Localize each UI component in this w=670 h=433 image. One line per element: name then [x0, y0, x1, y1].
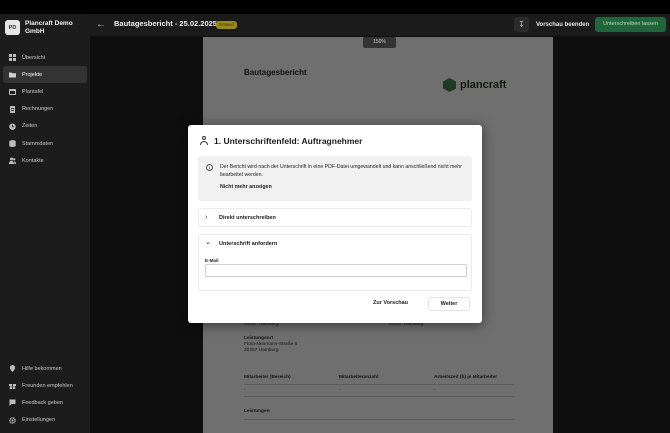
sidebar-item-label: Projekte: [22, 71, 43, 78]
sidebar: PD Plancraft Demo GmbH Übersicht Projekt…: [0, 14, 90, 433]
sidebar-item-label: Plantafel: [22, 88, 44, 95]
main-nav: Übersicht Projekte Plantafel Rechnungen …: [3, 49, 87, 169]
person-icon: [199, 136, 208, 145]
sidebar-item-kontakte[interactable]: Kontakte: [3, 152, 87, 169]
bottom-nav: Hilfe bekommen Freunden empfehlen Feedba…: [3, 360, 87, 429]
info-icon: i: [206, 164, 213, 171]
status-badge: Entwurf: [216, 21, 238, 29]
table-cell: -: [244, 388, 246, 393]
logo-text: plancraft: [460, 79, 507, 91]
sidebar-item-label: Zeiten: [22, 123, 38, 130]
logo-hexagon-icon: [443, 78, 456, 92]
sidebar-item-stammdaten[interactable]: Stammdaten: [3, 135, 87, 152]
preview-end-button[interactable]: Vorschau beenden: [536, 19, 589, 31]
chevron-right-icon: ›: [205, 214, 208, 221]
accordion-label[interactable]: Unterschrift anfordern: [219, 241, 277, 247]
gear-icon: [9, 416, 16, 424]
download-button[interactable]: ↧: [514, 17, 529, 32]
org-name: Plancraft Demo GmbH: [25, 20, 73, 35]
sidebar-item-rechnungen[interactable]: Rechnungen: [3, 101, 87, 118]
sidebar-item-feedback[interactable]: Feedback geben: [3, 394, 87, 411]
sidebar-item-label: Einstellungen: [22, 417, 56, 424]
info-text: Der Bericht wird nach der Unterschrift i…: [220, 164, 462, 178]
clock-icon: [9, 123, 16, 130]
feedback-icon: [9, 399, 16, 407]
table-header-count: Mitarbeiteranzahl: [339, 375, 379, 380]
plancraft-logo: plancraft: [443, 78, 506, 92]
accordion-direct-sign[interactable]: › Direkt unterschreiben: [198, 208, 472, 227]
dont-show-again-link[interactable]: Nicht mehr anzeigen: [220, 184, 272, 190]
contacts-icon: [9, 157, 16, 165]
accordion-label: Direkt unterschreiben: [219, 215, 276, 221]
table-divider: [244, 384, 514, 385]
sidebar-item-uebersicht[interactable]: Übersicht: [3, 49, 87, 66]
signature-modal: 1. Unterschriftenfeld: Auftragnehmer i D…: [188, 125, 482, 323]
org-avatar: PD: [5, 20, 20, 35]
info-box: i Der Bericht wird nach der Unterschrift…: [198, 156, 472, 201]
back-arrow-icon[interactable]: ←: [96, 18, 106, 32]
window-top-bar: [0, 0, 670, 14]
sidebar-item-label: Hilfe bekommen: [22, 365, 62, 372]
sidebar-item-projekte[interactable]: Projekte: [3, 66, 87, 84]
zoom-level[interactable]: 150%: [363, 37, 396, 48]
section-divider: [244, 419, 514, 420]
document-title: Bautagesbericht: [244, 68, 307, 77]
table-divider: [244, 396, 514, 397]
accordion-request-sign: ⌄ Unterschrift anfordern E-Mail: [198, 234, 472, 291]
table-header-hours: Arbeitszeit (h) je Mitarbeiter: [434, 375, 498, 380]
chevron-down-icon[interactable]: ⌄: [205, 239, 211, 247]
invoice-icon: [9, 105, 16, 113]
email-field[interactable]: [205, 264, 467, 277]
sidebar-item-hilfe[interactable]: Hilfe bekommen: [3, 360, 87, 377]
sidebar-item-plantafel[interactable]: Plantafel: [3, 83, 87, 100]
table-cell: -: [434, 388, 436, 393]
sidebar-item-label: Stammdaten: [22, 140, 54, 147]
services-section-title: Leistungen: [244, 409, 270, 414]
sidebar-item-einstellungen[interactable]: Einstellungen: [3, 412, 87, 429]
table-cell: -: [339, 388, 341, 393]
gift-icon: [9, 382, 16, 390]
sidebar-item-label: Feedback geben: [22, 399, 63, 406]
sidebar-item-label: Rechnungen: [22, 106, 54, 113]
to-preview-button[interactable]: Zur Vorschau: [373, 300, 408, 306]
sidebar-item-empfehlen[interactable]: Freunden empfehlen: [3, 377, 87, 394]
database-icon: [9, 140, 16, 148]
modal-title: 1. Unterschriftenfeld: Auftragnehmer: [214, 136, 363, 146]
request-signature-button[interactable]: Unterschreiben lassen: [595, 17, 666, 32]
location-city: 20257 Hamburg: [244, 348, 279, 353]
folder-icon: [9, 71, 16, 78]
sidebar-item-label: Kontakte: [22, 157, 44, 164]
table-header-employee: Mitarbeiter (Bereich): [244, 375, 291, 380]
sidebar-item-label: Freunden empfehlen: [22, 382, 73, 389]
sidebar-item-label: Übersicht: [22, 54, 46, 61]
download-icon: ↧: [518, 20, 525, 29]
page-title: Bautagesbericht - 25.02.2025: [114, 19, 217, 28]
email-label: E-Mail: [205, 258, 219, 263]
sidebar-item-zeiten[interactable]: Zeiten: [3, 118, 87, 135]
help-icon: [9, 365, 16, 373]
next-button[interactable]: Weiter: [428, 297, 470, 311]
org-switcher[interactable]: PD Plancraft Demo GmbH: [5, 20, 85, 35]
calendar-icon: [9, 88, 16, 96]
grid-icon: [9, 54, 16, 62]
